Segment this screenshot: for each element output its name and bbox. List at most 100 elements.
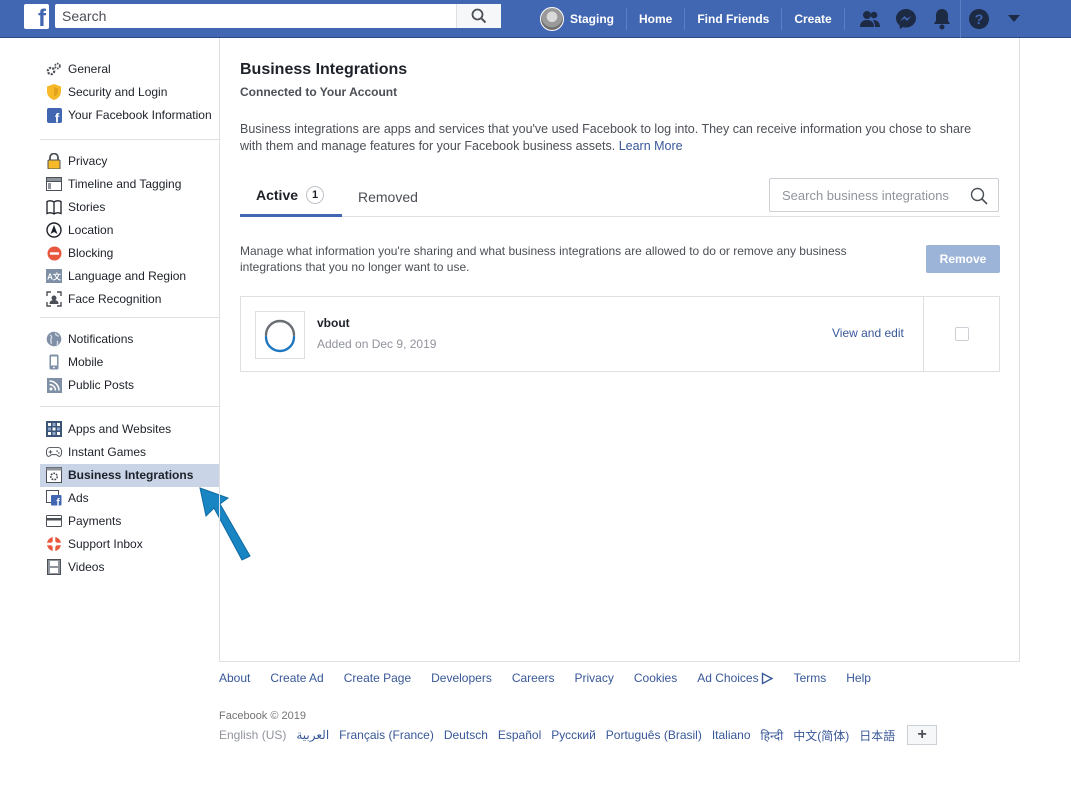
sidebar-item-ads[interactable]: f Ads	[40, 487, 220, 510]
sidebar-item-general[interactable]: General	[40, 58, 220, 81]
language-link[interactable]: 日本語	[859, 727, 895, 744]
settings-sidebar: General Security and Login f Your Facebo…	[40, 38, 220, 591]
sidebar-item-payments[interactable]: Payments	[40, 510, 220, 533]
tab-removed[interactable]: Removed	[358, 176, 418, 217]
gear-icon	[46, 61, 62, 77]
sidebar-item-label: Business Integrations	[68, 468, 194, 482]
sidebar-item-label: Timeline and Tagging	[68, 177, 182, 191]
sidebar-item-label: Payments	[68, 514, 122, 528]
rss-icon	[46, 377, 62, 393]
language-link[interactable]: Español	[498, 728, 541, 742]
manage-description: Manage what information you're sharing a…	[240, 244, 847, 274]
sidebar-item-stories[interactable]: Stories	[40, 196, 220, 219]
nav-home[interactable]: Home	[627, 8, 686, 30]
footer-link-privacy[interactable]: Privacy	[575, 671, 614, 685]
footer-link-help[interactable]: Help	[846, 671, 871, 685]
mobile-icon	[46, 354, 62, 370]
facebook-icon: f	[46, 107, 62, 123]
sidebar-item-business-integrations[interactable]: Business Integrations	[40, 464, 220, 487]
app-name: vbout	[317, 316, 350, 330]
tab-label: Removed	[358, 188, 418, 205]
tab-active[interactable]: Active 1	[240, 176, 342, 217]
remove-button[interactable]: Remove	[926, 245, 1000, 273]
sidebar-item-label: Ads	[68, 491, 89, 505]
sidebar-item-label: General	[68, 62, 111, 76]
footer-link-careers[interactable]: Careers	[512, 671, 555, 685]
footer-link-cookies[interactable]: Cookies	[634, 671, 677, 685]
search-icon	[471, 8, 487, 24]
sidebar-item-language[interactable]: A文 Language and Region	[40, 265, 220, 288]
language-link[interactable]: Deutsch	[444, 728, 488, 742]
sidebar-item-public-posts[interactable]: Public Posts	[40, 374, 220, 397]
sidebar-item-support-inbox[interactable]: Support Inbox	[40, 533, 220, 556]
sidebar-item-security[interactable]: Security and Login	[40, 81, 220, 104]
footer-link-terms[interactable]: Terms	[794, 671, 827, 685]
friends-icon[interactable]	[852, 0, 888, 38]
help-icon[interactable]: ?	[960, 0, 996, 38]
ad-choices-icon	[761, 671, 774, 685]
top-navigation-bar: f Staging Home Find Friends Create ?	[0, 0, 1071, 38]
notifications-icon[interactable]	[924, 0, 960, 38]
sidebar-item-your-information[interactable]: f Your Facebook Information	[40, 104, 220, 127]
language-link[interactable]: Français (France)	[339, 728, 434, 742]
more-languages-button[interactable]: +	[907, 725, 938, 745]
location-icon	[46, 222, 62, 238]
sidebar-item-apps[interactable]: Apps and Websites	[40, 418, 220, 441]
sidebar-item-label: Videos	[68, 560, 105, 574]
language-link[interactable]: हिन्दी	[761, 727, 784, 744]
sidebar-item-label: Notifications	[68, 332, 134, 346]
sidebar-group-notifications: Notifications Mobile Public Posts	[40, 318, 220, 407]
sidebar-item-label: Language and Region	[68, 269, 187, 283]
profile-link[interactable]: Staging	[538, 7, 627, 31]
language-link[interactable]: Português (Brasil)	[606, 728, 702, 742]
svg-text:A文: A文	[47, 272, 62, 282]
sidebar-item-label: Stories	[68, 200, 106, 214]
footer-link-create-page[interactable]: Create Page	[344, 671, 411, 685]
sidebar-group-privacy: Privacy Timeline and Tagging Stories Loc…	[40, 140, 220, 318]
sidebar-group-apps: Apps and Websites Instant Games Business…	[40, 407, 220, 591]
sidebar-item-location[interactable]: Location	[40, 219, 220, 242]
page-subtitle: Connected to Your Account	[240, 85, 398, 99]
language-link[interactable]: Русский	[551, 728, 596, 742]
learn-more-link[interactable]: Learn More	[619, 139, 683, 153]
footer-link-about[interactable]: About	[219, 671, 250, 685]
footer-links: About Create Ad Create Page Developers C…	[219, 671, 891, 685]
footer-link-developers[interactable]: Developers	[431, 671, 492, 685]
dropdown-icon[interactable]	[996, 0, 1032, 38]
description-text: Business integrations are apps and servi…	[240, 122, 972, 153]
lock-icon	[46, 153, 62, 169]
sidebar-item-notifications[interactable]: Notifications	[40, 328, 220, 351]
language-link[interactable]: العربية	[296, 728, 329, 742]
top-nav-icons: ?	[852, 0, 1032, 38]
sidebar-item-privacy[interactable]: Privacy	[40, 150, 220, 173]
sidebar-item-instant-games[interactable]: Instant Games	[40, 441, 220, 464]
sidebar-item-videos[interactable]: Videos	[40, 556, 220, 579]
language-link[interactable]: Italiano	[712, 728, 751, 742]
sidebar-item-blocking[interactable]: Blocking	[40, 242, 220, 265]
search-input[interactable]	[55, 4, 455, 28]
app-added-date: Added on Dec 9, 2019	[317, 337, 437, 351]
footer-link-ad-choices[interactable]: Ad Choices	[697, 671, 774, 685]
gamepad-icon	[46, 444, 62, 460]
nav-find-friends[interactable]: Find Friends	[685, 8, 783, 30]
footer-link-create-ad[interactable]: Create Ad	[270, 671, 323, 685]
sidebar-item-label: Support Inbox	[68, 537, 143, 551]
facebook-logo-icon[interactable]: f	[24, 4, 49, 31]
messenger-icon[interactable]	[888, 0, 924, 38]
language-icon: A文	[46, 268, 62, 284]
lifebuoy-icon	[46, 536, 62, 552]
nav-create[interactable]: Create	[782, 8, 845, 30]
select-checkbox[interactable]	[955, 327, 969, 341]
language-link[interactable]: 中文(简体)	[793, 727, 849, 744]
app-icon	[255, 311, 305, 359]
search-button[interactable]	[456, 4, 501, 28]
sidebar-item-label: Mobile	[68, 355, 104, 369]
sidebar-item-face-recognition[interactable]: Face Recognition	[40, 288, 220, 311]
view-and-edit-link[interactable]: View and edit	[832, 326, 904, 340]
count-badge: 1	[306, 186, 325, 204]
current-language: English (US)	[219, 728, 287, 742]
search-icon[interactable]	[970, 187, 988, 205]
sidebar-item-mobile[interactable]: Mobile	[40, 351, 220, 374]
integration-search-input[interactable]	[770, 179, 960, 211]
sidebar-item-timeline[interactable]: Timeline and Tagging	[40, 173, 220, 196]
